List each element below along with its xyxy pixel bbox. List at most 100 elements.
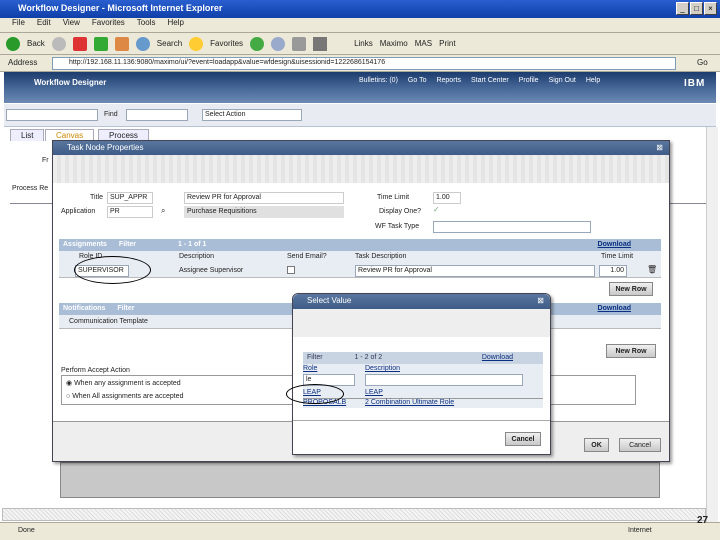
lookup-icon[interactable]: ⌕ bbox=[161, 206, 165, 216]
task-description-input[interactable]: Review PR for Approval bbox=[355, 265, 595, 277]
select-action-dropdown[interactable]: Select Action bbox=[202, 109, 302, 121]
close-button[interactable]: × bbox=[704, 2, 717, 15]
col-task-description[interactable]: Task Description bbox=[355, 253, 406, 260]
forward-icon[interactable] bbox=[51, 36, 66, 51]
goto-link[interactable]: Go To bbox=[408, 77, 427, 84]
home-icon[interactable] bbox=[114, 36, 129, 51]
select-paging: 1 - 2 of 2 bbox=[354, 354, 383, 361]
start-center-link[interactable]: Start Center bbox=[471, 77, 509, 84]
menu-favorites[interactable]: Favorites bbox=[92, 18, 125, 27]
description-link-proposalb[interactable]: 2 Combination Ultimate Role bbox=[365, 399, 454, 406]
display-one-label: Display One? bbox=[379, 208, 422, 215]
history-icon[interactable] bbox=[250, 36, 265, 51]
display-one-checkbox[interactable]: ✓ bbox=[433, 205, 440, 214]
time-limit-label: Time Limit bbox=[377, 194, 410, 201]
new-row-button[interactable]: New Row bbox=[609, 282, 653, 296]
favorites-icon[interactable] bbox=[189, 36, 204, 51]
back-button[interactable]: Back bbox=[27, 39, 45, 48]
application-input[interactable]: PR bbox=[107, 206, 153, 218]
link-mas[interactable]: MAS bbox=[415, 39, 432, 48]
tab-canvas-label: Canvas bbox=[56, 131, 84, 140]
menu-file[interactable]: File bbox=[12, 18, 25, 27]
menu-bar: File Edit View Favorites Tools Help bbox=[0, 18, 720, 33]
go-button[interactable]: Go bbox=[697, 58, 708, 67]
select-download-link[interactable]: Download bbox=[482, 354, 513, 361]
menu-help[interactable]: Help bbox=[167, 18, 183, 27]
select-close-icon[interactable]: ⊠ bbox=[537, 296, 544, 305]
status-zone: Internet bbox=[628, 527, 652, 534]
vertical-scrollbar[interactable] bbox=[706, 127, 718, 522]
assignments-paging: 1 - 1 of 1 bbox=[178, 241, 207, 248]
wf-task-type-input[interactable] bbox=[433, 221, 591, 233]
time-limit-input[interactable]: 1.00 bbox=[433, 192, 461, 204]
help-link[interactable]: Help bbox=[586, 77, 600, 84]
mail-icon[interactable] bbox=[271, 36, 286, 51]
title-description-input[interactable]: Review PR for Approval bbox=[184, 192, 344, 204]
accept-any-radio[interactable]: ◉ When any assignment is accepted bbox=[66, 379, 181, 387]
dialog-close-icon[interactable]: ⊠ bbox=[656, 143, 663, 152]
profile-link[interactable]: Profile bbox=[519, 77, 539, 84]
bulletins-link[interactable]: Bulletins: (0) bbox=[359, 77, 398, 84]
description-filter-input[interactable] bbox=[365, 374, 523, 386]
send-email-checkbox[interactable] bbox=[287, 266, 295, 274]
menu-view[interactable]: View bbox=[63, 18, 80, 27]
reports-link[interactable]: Reports bbox=[436, 77, 461, 84]
edit-icon[interactable] bbox=[313, 36, 328, 51]
col-role[interactable]: Role bbox=[303, 365, 317, 372]
title-value: SUP_APPR bbox=[110, 194, 148, 201]
notifications-download-link[interactable]: Download bbox=[598, 305, 631, 312]
maximize-button[interactable]: □ bbox=[690, 2, 703, 15]
assignments-header: Assignments Filter 1 - 1 of 1 Download bbox=[59, 239, 661, 251]
horizontal-scrollbar[interactable] bbox=[2, 508, 706, 521]
task-dialog-title: Task Node Properties bbox=[67, 143, 144, 152]
new-row-button-2[interactable]: New Row bbox=[606, 344, 656, 358]
title-input[interactable]: SUP_APPR bbox=[107, 192, 153, 204]
col-communication-template[interactable]: Communication Template bbox=[69, 318, 148, 325]
refresh-icon[interactable] bbox=[93, 36, 108, 51]
link-maximo[interactable]: Maximo bbox=[380, 39, 408, 48]
record-select[interactable] bbox=[6, 109, 98, 121]
assignments-download-link[interactable]: Download bbox=[598, 241, 631, 248]
menu-tools[interactable]: Tools bbox=[137, 18, 156, 27]
search-icon[interactable] bbox=[135, 36, 150, 51]
address-input[interactable]: http://192.168.11.136:9080/maximo/ui/?ev… bbox=[52, 57, 676, 70]
time-limit-row-input[interactable]: 1.00 bbox=[599, 265, 627, 277]
description-link-leap[interactable]: LEAP bbox=[365, 389, 383, 396]
menu-edit[interactable]: Edit bbox=[37, 18, 51, 27]
accept-all-radio[interactable]: ○ When All assignments are accepted bbox=[66, 393, 183, 400]
tab-process-label: Process bbox=[109, 131, 138, 140]
col-send-email[interactable]: Send Email? bbox=[287, 253, 327, 260]
address-url: http://192.168.11.136:9080/maximo/ui/?ev… bbox=[69, 59, 386, 66]
ibm-logo: IBM bbox=[684, 78, 706, 89]
col-description[interactable]: Description bbox=[365, 365, 400, 372]
col-time-limit[interactable]: Time Limit bbox=[601, 253, 633, 260]
ok-button[interactable]: OK bbox=[584, 438, 609, 452]
accept-action-label: Perform Accept Action bbox=[61, 367, 130, 374]
delete-icon[interactable]: 🗑 bbox=[647, 265, 657, 274]
role-filter-value: le bbox=[306, 376, 312, 383]
select-filter-button[interactable]: Filter bbox=[307, 354, 323, 361]
wf-task-type-label: WF Task Type bbox=[375, 223, 420, 230]
favorites-button[interactable]: Favorites bbox=[210, 39, 243, 48]
link-print[interactable]: Print bbox=[439, 39, 455, 48]
back-icon[interactable] bbox=[6, 36, 20, 51]
cancel-button[interactable]: Cancel bbox=[619, 438, 661, 452]
select-cancel-button[interactable]: Cancel bbox=[505, 432, 541, 446]
cancel-label: Cancel bbox=[629, 442, 651, 449]
application-description-text: Purchase Requisitions bbox=[187, 208, 257, 215]
col-description[interactable]: Description bbox=[179, 253, 214, 260]
stop-icon[interactable] bbox=[72, 36, 87, 51]
print-icon[interactable] bbox=[292, 36, 307, 51]
role-description: Assignee Supervisor bbox=[179, 267, 244, 274]
search-button[interactable]: Search bbox=[157, 39, 182, 48]
sign-out-link[interactable]: Sign Out bbox=[549, 77, 576, 84]
tab-list[interactable]: List bbox=[10, 129, 45, 141]
status-bar: Done Internet bbox=[0, 522, 720, 540]
title-label: Title bbox=[90, 194, 103, 201]
accept-any-label: When any assignment is accepted bbox=[74, 380, 181, 387]
assignments-filter-button[interactable]: Filter bbox=[119, 241, 136, 248]
notifications-filter-button[interactable]: Filter bbox=[117, 305, 134, 312]
find-input[interactable] bbox=[126, 109, 188, 121]
accept-all-label: When All assignments are accepted bbox=[72, 393, 184, 400]
minimize-button[interactable]: _ bbox=[676, 2, 689, 15]
